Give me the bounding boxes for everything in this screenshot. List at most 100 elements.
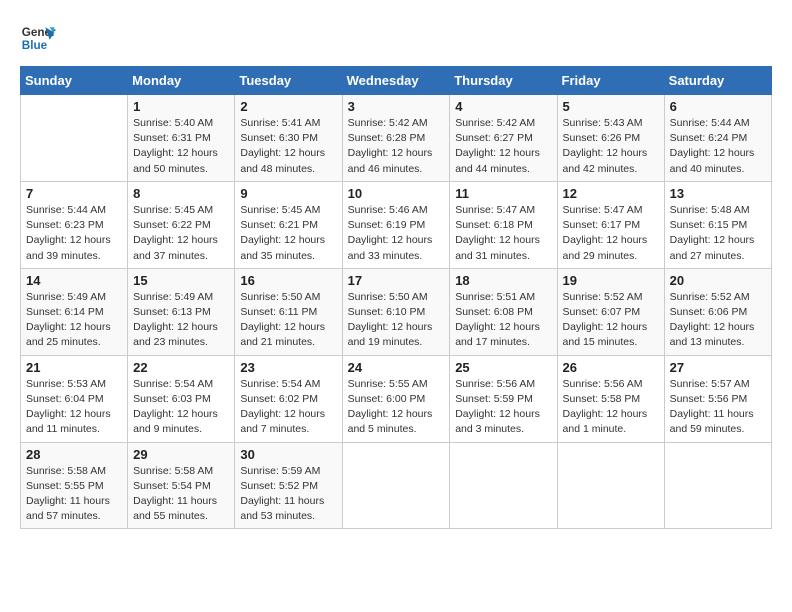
calendar-cell: 23 Sunrise: 5:54 AM Sunset: 6:02 PM Dayli… bbox=[235, 355, 342, 442]
calendar-cell: 19 Sunrise: 5:52 AM Sunset: 6:07 PM Dayli… bbox=[557, 268, 664, 355]
day-detail: Sunrise: 5:45 AM Sunset: 6:22 PM Dayligh… bbox=[133, 203, 229, 264]
day-detail: Sunrise: 5:56 AM Sunset: 5:58 PM Dayligh… bbox=[563, 377, 659, 438]
day-number: 28 bbox=[26, 447, 122, 462]
day-detail: Sunrise: 5:49 AM Sunset: 6:13 PM Dayligh… bbox=[133, 290, 229, 351]
day-detail: Sunrise: 5:54 AM Sunset: 6:02 PM Dayligh… bbox=[240, 377, 336, 438]
day-detail: Sunrise: 5:42 AM Sunset: 6:28 PM Dayligh… bbox=[348, 116, 445, 177]
calendar-cell: 22 Sunrise: 5:54 AM Sunset: 6:03 PM Dayli… bbox=[128, 355, 235, 442]
day-detail: Sunrise: 5:52 AM Sunset: 6:06 PM Dayligh… bbox=[670, 290, 766, 351]
day-number: 9 bbox=[240, 186, 336, 201]
day-detail: Sunrise: 5:52 AM Sunset: 6:07 PM Dayligh… bbox=[563, 290, 659, 351]
day-number: 10 bbox=[348, 186, 445, 201]
weekday-header-tuesday: Tuesday bbox=[235, 67, 342, 95]
day-detail: Sunrise: 5:50 AM Sunset: 6:10 PM Dayligh… bbox=[348, 290, 445, 351]
day-number: 14 bbox=[26, 273, 122, 288]
logo: General Blue bbox=[20, 20, 60, 56]
day-number: 1 bbox=[133, 99, 229, 114]
day-number: 7 bbox=[26, 186, 122, 201]
calendar-cell: 6 Sunrise: 5:44 AM Sunset: 6:24 PM Daylig… bbox=[664, 95, 771, 182]
day-detail: Sunrise: 5:44 AM Sunset: 6:24 PM Dayligh… bbox=[670, 116, 766, 177]
calendar-cell: 30 Sunrise: 5:59 AM Sunset: 5:52 PM Dayli… bbox=[235, 442, 342, 529]
day-number: 17 bbox=[348, 273, 445, 288]
calendar-cell bbox=[450, 442, 557, 529]
calendar-cell: 4 Sunrise: 5:42 AM Sunset: 6:27 PM Daylig… bbox=[450, 95, 557, 182]
calendar-cell: 11 Sunrise: 5:47 AM Sunset: 6:18 PM Dayli… bbox=[450, 181, 557, 268]
day-detail: Sunrise: 5:56 AM Sunset: 5:59 PM Dayligh… bbox=[455, 377, 551, 438]
day-number: 16 bbox=[240, 273, 336, 288]
day-detail: Sunrise: 5:50 AM Sunset: 6:11 PM Dayligh… bbox=[240, 290, 336, 351]
weekday-header-monday: Monday bbox=[128, 67, 235, 95]
day-detail: Sunrise: 5:44 AM Sunset: 6:23 PM Dayligh… bbox=[26, 203, 122, 264]
day-detail: Sunrise: 5:49 AM Sunset: 6:14 PM Dayligh… bbox=[26, 290, 122, 351]
day-detail: Sunrise: 5:40 AM Sunset: 6:31 PM Dayligh… bbox=[133, 116, 229, 177]
calendar-cell: 26 Sunrise: 5:56 AM Sunset: 5:58 PM Dayli… bbox=[557, 355, 664, 442]
calendar-cell: 17 Sunrise: 5:50 AM Sunset: 6:10 PM Dayli… bbox=[342, 268, 450, 355]
day-number: 24 bbox=[348, 360, 445, 375]
day-number: 13 bbox=[670, 186, 766, 201]
calendar-cell: 2 Sunrise: 5:41 AM Sunset: 6:30 PM Daylig… bbox=[235, 95, 342, 182]
logo-icon: General Blue bbox=[20, 20, 56, 56]
calendar-cell: 9 Sunrise: 5:45 AM Sunset: 6:21 PM Daylig… bbox=[235, 181, 342, 268]
calendar-cell: 21 Sunrise: 5:53 AM Sunset: 6:04 PM Dayli… bbox=[21, 355, 128, 442]
calendar-cell: 10 Sunrise: 5:46 AM Sunset: 6:19 PM Dayli… bbox=[342, 181, 450, 268]
day-number: 27 bbox=[670, 360, 766, 375]
day-number: 30 bbox=[240, 447, 336, 462]
calendar-cell: 20 Sunrise: 5:52 AM Sunset: 6:06 PM Dayli… bbox=[664, 268, 771, 355]
calendar-cell: 27 Sunrise: 5:57 AM Sunset: 5:56 PM Dayli… bbox=[664, 355, 771, 442]
calendar-cell bbox=[664, 442, 771, 529]
calendar-cell: 18Sunrise: 5:51 AM Sunset: 6:08 PM Dayli… bbox=[450, 268, 557, 355]
calendar-cell: 1 Sunrise: 5:40 AM Sunset: 6:31 PM Daylig… bbox=[128, 95, 235, 182]
day-number: 11 bbox=[455, 186, 551, 201]
page-header: General Blue bbox=[20, 20, 772, 56]
day-detail: Sunrise: 5:47 AM Sunset: 6:17 PM Dayligh… bbox=[563, 203, 659, 264]
day-number: 2 bbox=[240, 99, 336, 114]
calendar-cell: 8 Sunrise: 5:45 AM Sunset: 6:22 PM Daylig… bbox=[128, 181, 235, 268]
calendar-cell: 14 Sunrise: 5:49 AM Sunset: 6:14 PM Dayli… bbox=[21, 268, 128, 355]
weekday-header-sunday: Sunday bbox=[21, 67, 128, 95]
calendar-cell: 13Sunrise: 5:48 AM Sunset: 6:15 PM Dayli… bbox=[664, 181, 771, 268]
svg-text:Blue: Blue bbox=[22, 39, 48, 52]
day-number: 8 bbox=[133, 186, 229, 201]
calendar-cell: 15Sunrise: 5:49 AM Sunset: 6:13 PM Dayli… bbox=[128, 268, 235, 355]
day-detail: Sunrise: 5:47 AM Sunset: 6:18 PM Dayligh… bbox=[455, 203, 551, 264]
calendar-cell: 24 Sunrise: 5:55 AM Sunset: 6:00 PM Dayli… bbox=[342, 355, 450, 442]
day-number: 23 bbox=[240, 360, 336, 375]
day-detail: Sunrise: 5:54 AM Sunset: 6:03 PM Dayligh… bbox=[133, 377, 229, 438]
calendar-table: SundayMondayTuesdayWednesdayThursdayFrid… bbox=[20, 66, 772, 529]
day-number: 29 bbox=[133, 447, 229, 462]
day-detail: Sunrise: 5:57 AM Sunset: 5:56 PM Dayligh… bbox=[670, 377, 766, 438]
weekday-header-wednesday: Wednesday bbox=[342, 67, 450, 95]
day-detail: Sunrise: 5:58 AM Sunset: 5:55 PM Dayligh… bbox=[26, 464, 122, 525]
day-detail: Sunrise: 5:58 AM Sunset: 5:54 PM Dayligh… bbox=[133, 464, 229, 525]
calendar-cell bbox=[557, 442, 664, 529]
weekday-header-friday: Friday bbox=[557, 67, 664, 95]
calendar-cell: 16 Sunrise: 5:50 AM Sunset: 6:11 PM Dayli… bbox=[235, 268, 342, 355]
day-detail: Sunrise: 5:42 AM Sunset: 6:27 PM Dayligh… bbox=[455, 116, 551, 177]
day-detail: Sunrise: 5:45 AM Sunset: 6:21 PM Dayligh… bbox=[240, 203, 336, 264]
day-detail: Sunrise: 5:53 AM Sunset: 6:04 PM Dayligh… bbox=[26, 377, 122, 438]
calendar-cell: 7 Sunrise: 5:44 AM Sunset: 6:23 PM Daylig… bbox=[21, 181, 128, 268]
day-number: 25 bbox=[455, 360, 551, 375]
day-detail: Sunrise: 5:43 AM Sunset: 6:26 PM Dayligh… bbox=[563, 116, 659, 177]
calendar-cell: 12 Sunrise: 5:47 AM Sunset: 6:17 PM Dayli… bbox=[557, 181, 664, 268]
day-number: 18 bbox=[455, 273, 551, 288]
day-number: 26 bbox=[563, 360, 659, 375]
day-number: 4 bbox=[455, 99, 551, 114]
day-number: 22 bbox=[133, 360, 229, 375]
day-number: 5 bbox=[563, 99, 659, 114]
day-number: 20 bbox=[670, 273, 766, 288]
weekday-header-saturday: Saturday bbox=[664, 67, 771, 95]
day-detail: Sunrise: 5:59 AM Sunset: 5:52 PM Dayligh… bbox=[240, 464, 336, 525]
day-number: 3 bbox=[348, 99, 445, 114]
calendar-cell: 5 Sunrise: 5:43 AM Sunset: 6:26 PM Daylig… bbox=[557, 95, 664, 182]
day-number: 12 bbox=[563, 186, 659, 201]
day-detail: Sunrise: 5:55 AM Sunset: 6:00 PM Dayligh… bbox=[348, 377, 445, 438]
day-detail: Sunrise: 5:41 AM Sunset: 6:30 PM Dayligh… bbox=[240, 116, 336, 177]
calendar-cell: 25 Sunrise: 5:56 AM Sunset: 5:59 PM Dayli… bbox=[450, 355, 557, 442]
day-number: 21 bbox=[26, 360, 122, 375]
calendar-cell: 3 Sunrise: 5:42 AM Sunset: 6:28 PM Daylig… bbox=[342, 95, 450, 182]
day-number: 19 bbox=[563, 273, 659, 288]
day-detail: Sunrise: 5:46 AM Sunset: 6:19 PM Dayligh… bbox=[348, 203, 445, 264]
day-number: 6 bbox=[670, 99, 766, 114]
weekday-header-thursday: Thursday bbox=[450, 67, 557, 95]
